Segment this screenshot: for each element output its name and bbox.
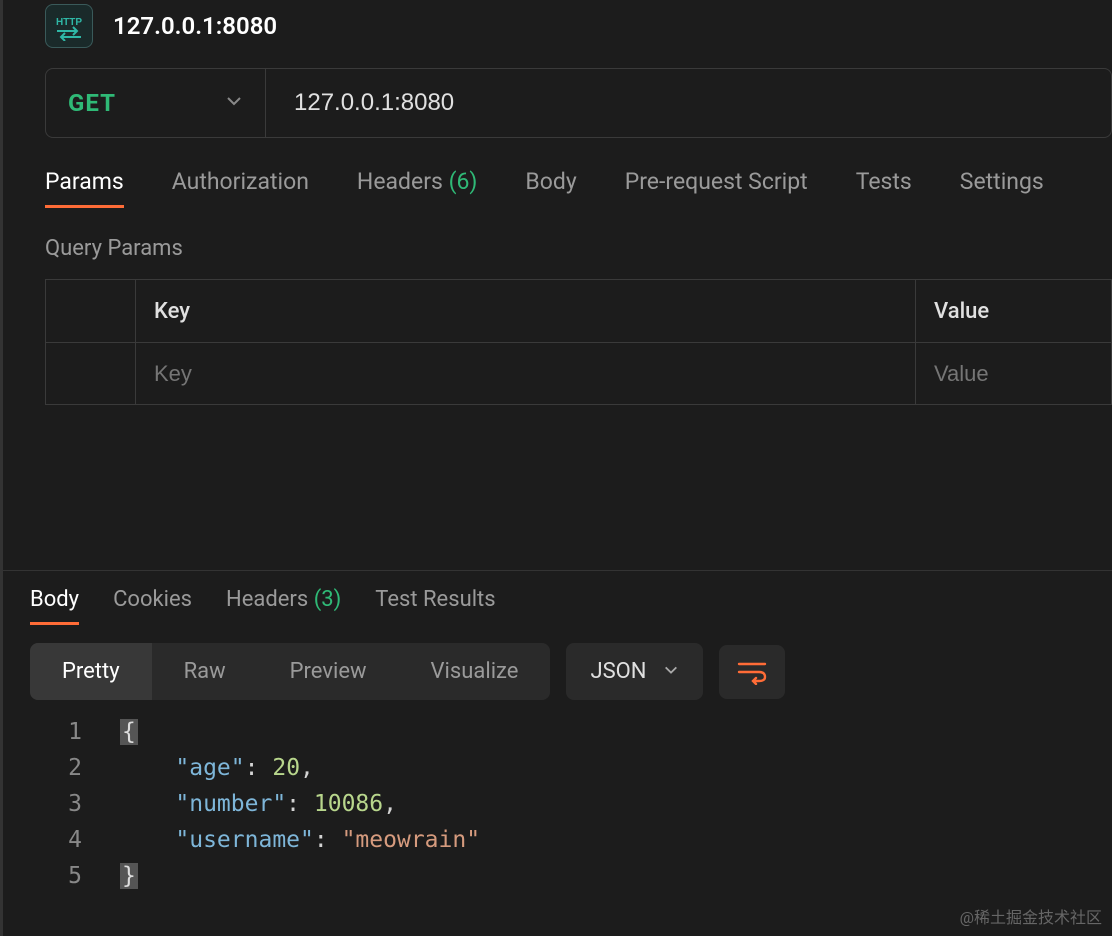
tab-pre-request[interactable]: Pre-request Script [625, 168, 808, 208]
view-mode-visualize[interactable]: Visualize [399, 643, 551, 700]
resp-headers-count: (3) [314, 587, 342, 612]
method-label: GET [68, 89, 116, 117]
brace-close: } [120, 863, 138, 889]
resp-tab-test-results[interactable]: Test Results [375, 587, 495, 625]
query-params-title: Query Params [45, 236, 1112, 261]
json-value: "meowrain" [342, 827, 480, 853]
col-value-header: Value [916, 280, 1111, 342]
table-row [46, 342, 1111, 404]
response-code[interactable]: 1 { 2 "age": 20, 3 "number": 10086, 4 "u… [30, 714, 1112, 894]
table-header-row: Key Value [46, 280, 1111, 342]
line-number: 3 [30, 786, 120, 822]
view-mode-pretty[interactable]: Pretty [30, 643, 152, 700]
code-line: 2 "age": 20, [30, 750, 1112, 786]
url-input[interactable] [266, 69, 1111, 137]
key-input[interactable] [154, 361, 897, 387]
resp-tab-body[interactable]: Body [30, 587, 79, 625]
method-select[interactable]: GET [46, 69, 266, 137]
query-params-table: Key Value [45, 279, 1112, 405]
request-bar: GET [45, 68, 1112, 138]
col-key-header: Key [136, 280, 916, 342]
code-line: 5 } [30, 858, 1112, 894]
code-line: 3 "number": 10086, [30, 786, 1112, 822]
chevron-down-icon [225, 92, 243, 114]
code-line: 1 { [30, 714, 1112, 750]
tab-authorization[interactable]: Authorization [172, 168, 309, 208]
code-line: 4 "username": "meowrain" [30, 822, 1112, 858]
resp-headers-label: Headers [226, 587, 308, 612]
line-number: 1 [30, 714, 120, 750]
value-cell [916, 343, 1111, 404]
line-number: 4 [30, 822, 120, 858]
watermark: @稀土掘金技术社区 [960, 904, 1102, 928]
line-number: 2 [30, 750, 120, 786]
headers-count-badge: (6) [449, 168, 478, 195]
request-header: HTTP 127.0.0.1:8080 [45, 0, 1112, 68]
http-icon: HTTP [45, 4, 93, 48]
view-mode-raw[interactable]: Raw [152, 643, 258, 700]
json-key: "username" [175, 827, 313, 853]
tab-headers[interactable]: Headers (6) [357, 168, 477, 208]
wrap-icon [737, 659, 767, 685]
tab-settings[interactable]: Settings [960, 168, 1044, 208]
response-tabs: Body Cookies Headers (3) Test Results [30, 587, 1112, 625]
checkbox-header-cell [46, 280, 136, 342]
resp-tab-cookies[interactable]: Cookies [113, 587, 192, 625]
line-number: 5 [30, 858, 120, 894]
view-mode-preview[interactable]: Preview [258, 643, 399, 700]
view-modes: Pretty Raw Preview Visualize [30, 643, 550, 700]
brace-open: { [120, 719, 138, 745]
key-cell [136, 343, 916, 404]
format-select[interactable]: JSON [566, 643, 702, 700]
tab-params[interactable]: Params [45, 168, 124, 208]
wrap-lines-button[interactable] [719, 645, 785, 699]
page-title: 127.0.0.1:8080 [113, 12, 277, 40]
json-key: "age" [175, 755, 244, 781]
tab-tests[interactable]: Tests [856, 168, 912, 208]
value-input[interactable] [934, 361, 1093, 387]
row-checkbox-cell[interactable] [46, 343, 136, 404]
json-key: "number" [175, 791, 286, 817]
tab-headers-label: Headers [357, 168, 443, 195]
request-tabs: Params Authorization Headers (6) Body Pr… [45, 168, 1112, 208]
json-value: 10086 [314, 791, 383, 817]
tab-body[interactable]: Body [525, 168, 576, 208]
format-label: JSON [590, 659, 646, 684]
svg-text:HTTP: HTTP [56, 17, 82, 28]
response-section: Body Cookies Headers (3) Test Results Pr… [0, 570, 1112, 894]
json-value: 20 [272, 755, 300, 781]
resp-tab-headers[interactable]: Headers (3) [226, 587, 341, 625]
chevron-down-icon [663, 659, 679, 684]
response-toolbar: Pretty Raw Preview Visualize JSON [30, 643, 1112, 700]
